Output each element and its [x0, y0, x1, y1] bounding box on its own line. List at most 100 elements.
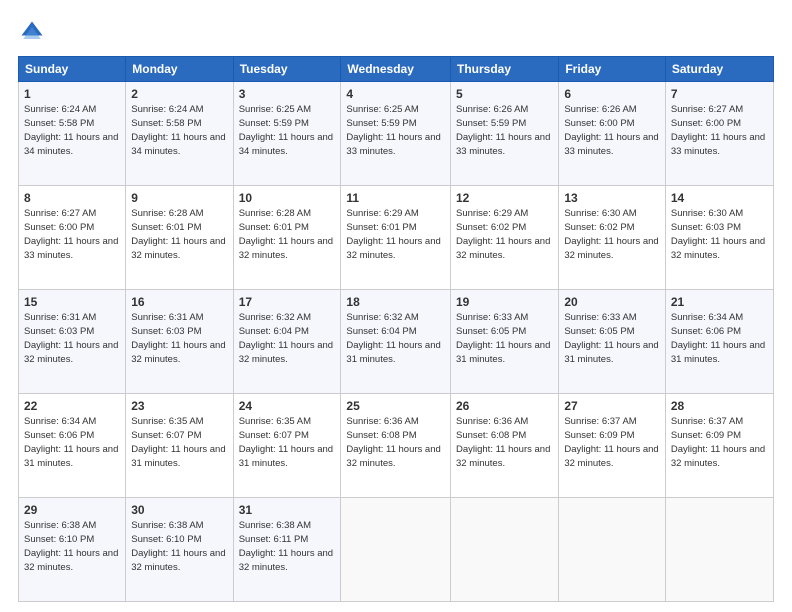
day-number: 9: [131, 190, 227, 206]
day-detail: Sunrise: 6:25 AMSunset: 5:59 PMDaylight:…: [239, 104, 333, 156]
day-cell: 1Sunrise: 6:24 AMSunset: 5:58 PMDaylight…: [19, 82, 126, 186]
day-cell: [451, 498, 559, 602]
day-number: 22: [24, 398, 120, 414]
day-number: 21: [671, 294, 768, 310]
header-cell-sunday: Sunday: [19, 57, 126, 82]
header-row: SundayMondayTuesdayWednesdayThursdayFrid…: [19, 57, 774, 82]
day-number: 14: [671, 190, 768, 206]
week-row-2: 8 Sunrise: 6:27 AMSunset: 6:00 PMDaylight…: [19, 186, 774, 290]
day-number: 15: [24, 294, 120, 310]
day-cell: 14Sunrise: 6:30 AMSunset: 6:03 PMDayligh…: [665, 186, 773, 290]
day-number: 13: [564, 190, 660, 206]
header-cell-wednesday: Wednesday: [341, 57, 451, 82]
day-cell: 27Sunrise: 6:37 AMSunset: 6:09 PMDayligh…: [559, 394, 666, 498]
day-detail: Sunrise: 6:35 AMSunset: 6:07 PMDaylight:…: [239, 416, 333, 468]
day-cell: 22 Sunrise: 6:34 AMSunset: 6:06 PMDayligh…: [19, 394, 126, 498]
day-cell: 25 Sunrise: 6:36 AMSunset: 6:08 PMDayligh…: [341, 394, 451, 498]
day-cell: 26 Sunrise: 6:36 AMSunset: 6:08 PMDayligh…: [451, 394, 559, 498]
day-cell: 6 Sunrise: 6:26 AMSunset: 6:00 PMDaylight…: [559, 82, 666, 186]
day-cell: 7Sunrise: 6:27 AMSunset: 6:00 PMDaylight…: [665, 82, 773, 186]
day-cell: 18Sunrise: 6:32 AMSunset: 6:04 PMDayligh…: [341, 290, 451, 394]
day-number: 2: [131, 86, 227, 102]
logo-icon: [18, 18, 46, 46]
day-number: 28: [671, 398, 768, 414]
day-number: 27: [564, 398, 660, 414]
day-cell: 10 Sunrise: 6:28 AMSunset: 6:01 PMDayligh…: [233, 186, 341, 290]
week-row-5: 29 Sunrise: 6:38 AMSunset: 6:10 PMDayligh…: [19, 498, 774, 602]
day-number: 20: [564, 294, 660, 310]
day-detail: Sunrise: 6:28 AMSunset: 6:01 PMDaylight:…: [131, 208, 225, 260]
day-number: 5: [456, 86, 553, 102]
calendar-body: 1 Sunrise: 6:24 AMSunset: 5:58 PMDaylight…: [19, 82, 774, 602]
day-number: 29: [24, 502, 120, 518]
day-number: 31: [239, 502, 336, 518]
day-cell: 21Sunrise: 6:34 AMSunset: 6:06 PMDayligh…: [665, 290, 773, 394]
day-detail: Sunrise: 6:25 AMSunset: 5:59 PMDaylight:…: [346, 104, 440, 156]
week-row-4: 22 Sunrise: 6:34 AMSunset: 6:06 PMDayligh…: [19, 394, 774, 498]
day-detail: Sunrise: 6:38 AMSunset: 6:11 PMDaylight:…: [239, 520, 333, 572]
day-cell: [341, 498, 451, 602]
day-number: 26: [456, 398, 553, 414]
day-number: 30: [131, 502, 227, 518]
day-detail: Sunrise: 6:31 AMSunset: 6:03 PMDaylight:…: [24, 312, 118, 364]
header-cell-monday: Monday: [126, 57, 233, 82]
calendar-header: SundayMondayTuesdayWednesdayThursdayFrid…: [19, 57, 774, 82]
day-cell: 12 Sunrise: 6:29 AMSunset: 6:02 PMDayligh…: [451, 186, 559, 290]
day-detail: Sunrise: 6:33 AMSunset: 6:05 PMDaylight:…: [456, 312, 550, 364]
day-detail: Sunrise: 6:36 AMSunset: 6:08 PMDaylight:…: [346, 416, 440, 468]
day-number: 12: [456, 190, 553, 206]
day-detail: Sunrise: 6:37 AMSunset: 6:09 PMDaylight:…: [671, 416, 765, 468]
day-number: 6: [564, 86, 660, 102]
day-detail: Sunrise: 6:30 AMSunset: 6:02 PMDaylight:…: [564, 208, 658, 260]
week-row-1: 1 Sunrise: 6:24 AMSunset: 5:58 PMDaylight…: [19, 82, 774, 186]
day-cell: 13 Sunrise: 6:30 AMSunset: 6:02 PMDayligh…: [559, 186, 666, 290]
header-cell-thursday: Thursday: [451, 57, 559, 82]
day-number: 25: [346, 398, 445, 414]
day-number: 8: [24, 190, 120, 206]
day-cell: [665, 498, 773, 602]
day-cell: 2 Sunrise: 6:24 AMSunset: 5:58 PMDaylight…: [126, 82, 233, 186]
day-number: 16: [131, 294, 227, 310]
day-detail: Sunrise: 6:31 AMSunset: 6:03 PMDaylight:…: [131, 312, 225, 364]
header-cell-saturday: Saturday: [665, 57, 773, 82]
day-detail: Sunrise: 6:27 AMSunset: 6:00 PMDaylight:…: [671, 104, 765, 156]
day-cell: 5 Sunrise: 6:26 AMSunset: 5:59 PMDaylight…: [451, 82, 559, 186]
day-cell: 8 Sunrise: 6:27 AMSunset: 6:00 PMDaylight…: [19, 186, 126, 290]
day-number: 11: [346, 190, 445, 206]
day-cell: 19Sunrise: 6:33 AMSunset: 6:05 PMDayligh…: [451, 290, 559, 394]
day-cell: [559, 498, 666, 602]
day-detail: Sunrise: 6:34 AMSunset: 6:06 PMDaylight:…: [24, 416, 118, 468]
day-cell: 28 Sunrise: 6:37 AMSunset: 6:09 PMDayligh…: [665, 394, 773, 498]
day-number: 4: [346, 86, 445, 102]
day-number: 24: [239, 398, 336, 414]
day-cell: 29 Sunrise: 6:38 AMSunset: 6:10 PMDayligh…: [19, 498, 126, 602]
day-cell: 20 Sunrise: 6:33 AMSunset: 6:05 PMDayligh…: [559, 290, 666, 394]
day-cell: 17 Sunrise: 6:32 AMSunset: 6:04 PMDayligh…: [233, 290, 341, 394]
day-detail: Sunrise: 6:26 AMSunset: 5:59 PMDaylight:…: [456, 104, 550, 156]
day-cell: 31 Sunrise: 6:38 AMSunset: 6:11 PMDayligh…: [233, 498, 341, 602]
day-cell: 4 Sunrise: 6:25 AMSunset: 5:59 PMDaylight…: [341, 82, 451, 186]
day-detail: Sunrise: 6:24 AMSunset: 5:58 PMDaylight:…: [131, 104, 225, 156]
day-detail: Sunrise: 6:29 AMSunset: 6:01 PMDaylight:…: [346, 208, 440, 260]
day-cell: 3 Sunrise: 6:25 AMSunset: 5:59 PMDaylight…: [233, 82, 341, 186]
day-number: 18: [346, 294, 445, 310]
day-number: 10: [239, 190, 336, 206]
day-detail: Sunrise: 6:38 AMSunset: 6:10 PMDaylight:…: [24, 520, 118, 572]
day-detail: Sunrise: 6:35 AMSunset: 6:07 PMDaylight:…: [131, 416, 225, 468]
day-detail: Sunrise: 6:38 AMSunset: 6:10 PMDaylight:…: [131, 520, 225, 572]
day-detail: Sunrise: 6:27 AMSunset: 6:00 PMDaylight:…: [24, 208, 118, 260]
day-number: 1: [24, 86, 120, 102]
day-cell: 9 Sunrise: 6:28 AMSunset: 6:01 PMDaylight…: [126, 186, 233, 290]
day-detail: Sunrise: 6:36 AMSunset: 6:08 PMDaylight:…: [456, 416, 550, 468]
day-cell: 16 Sunrise: 6:31 AMSunset: 6:03 PMDayligh…: [126, 290, 233, 394]
header-cell-friday: Friday: [559, 57, 666, 82]
day-detail: Sunrise: 6:26 AMSunset: 6:00 PMDaylight:…: [564, 104, 658, 156]
day-detail: Sunrise: 6:32 AMSunset: 6:04 PMDaylight:…: [239, 312, 333, 364]
day-number: 23: [131, 398, 227, 414]
day-number: 17: [239, 294, 336, 310]
day-detail: Sunrise: 6:33 AMSunset: 6:05 PMDaylight:…: [564, 312, 658, 364]
day-detail: Sunrise: 6:29 AMSunset: 6:02 PMDaylight:…: [456, 208, 550, 260]
day-cell: 11 Sunrise: 6:29 AMSunset: 6:01 PMDayligh…: [341, 186, 451, 290]
day-number: 3: [239, 86, 336, 102]
day-detail: Sunrise: 6:28 AMSunset: 6:01 PMDaylight:…: [239, 208, 333, 260]
